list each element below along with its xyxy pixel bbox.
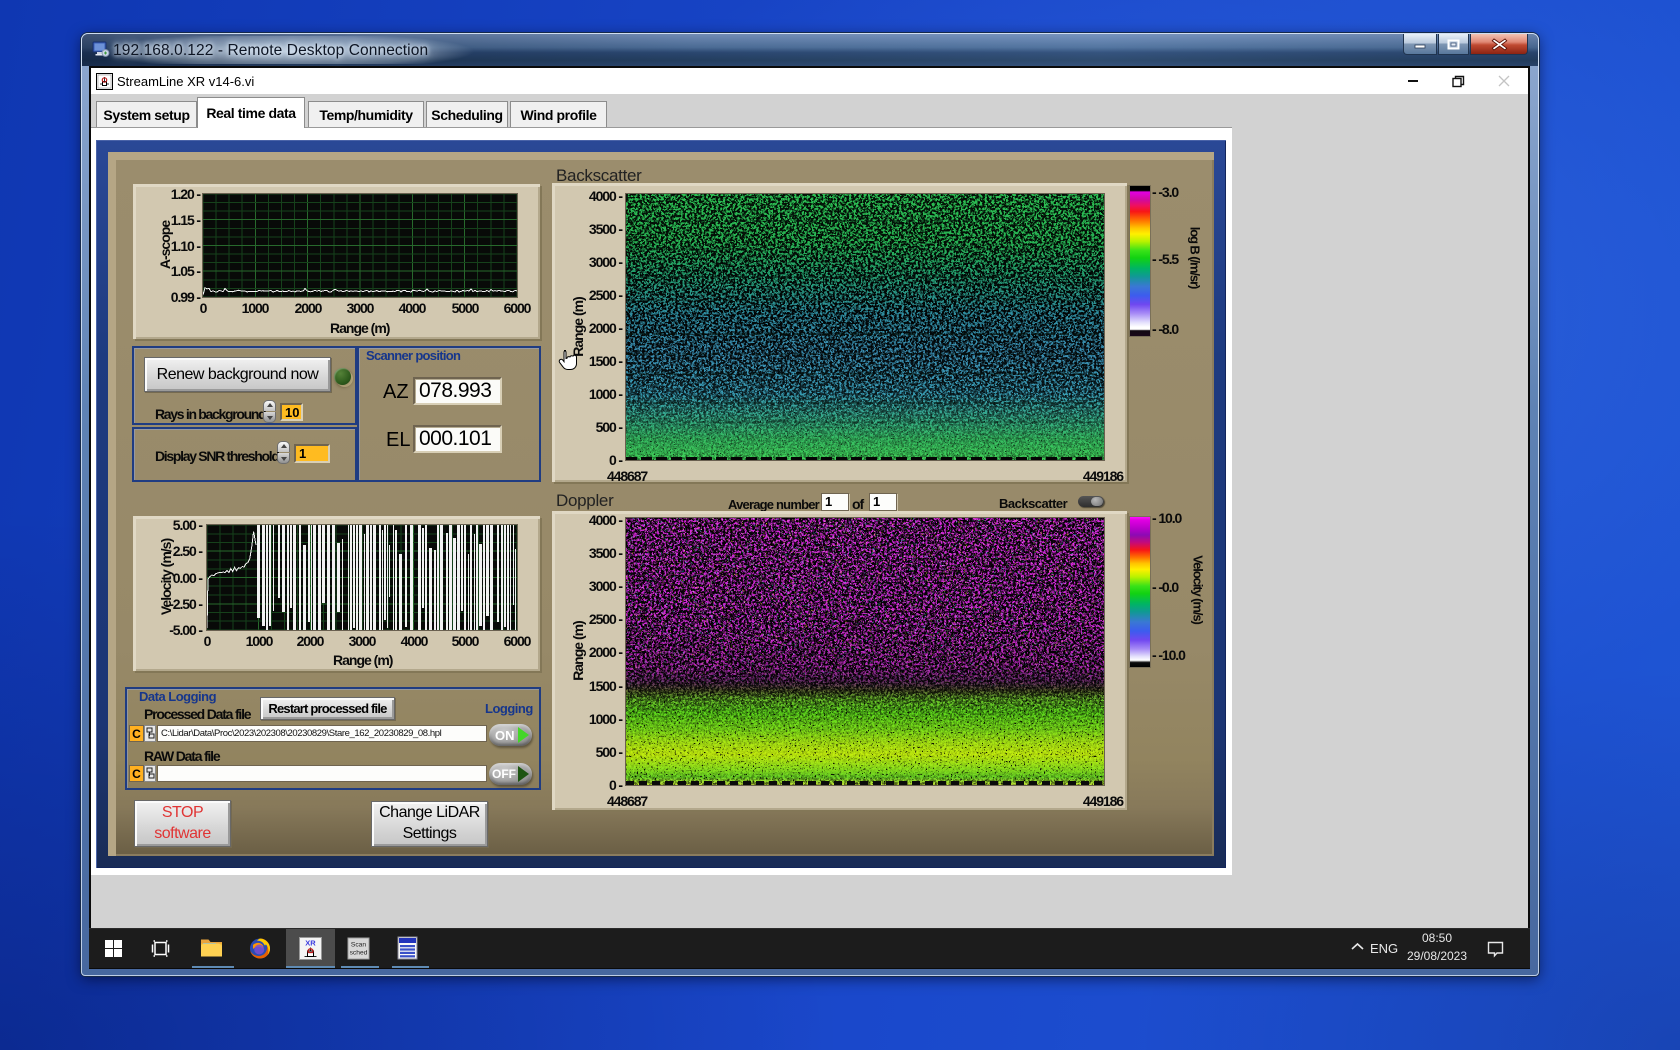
svg-text:sched: sched [350,949,368,956]
svg-text:Scan: Scan [351,942,367,949]
svg-text:XR: XR [305,939,316,948]
